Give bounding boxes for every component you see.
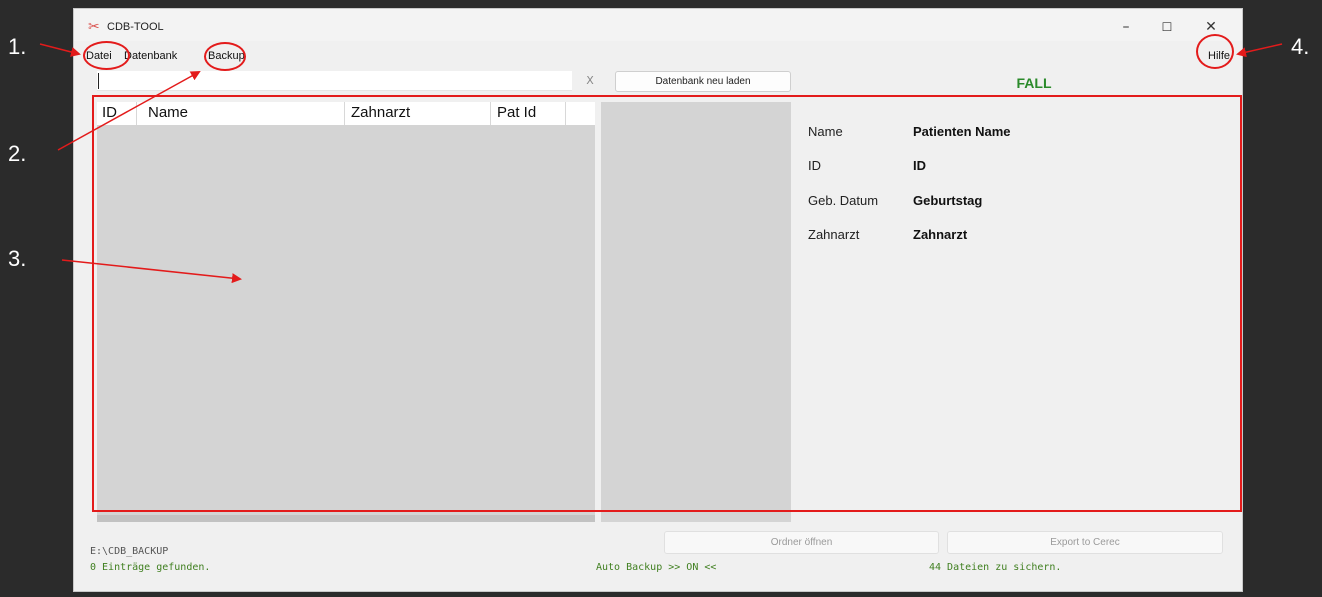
arrow-to-datei (39, 43, 81, 57)
arrow-to-backup (57, 71, 201, 151)
arrow-to-main-area (61, 259, 242, 284)
annotation-arrows (39, 43, 1283, 284)
arrow-to-hilfe (1236, 43, 1283, 58)
